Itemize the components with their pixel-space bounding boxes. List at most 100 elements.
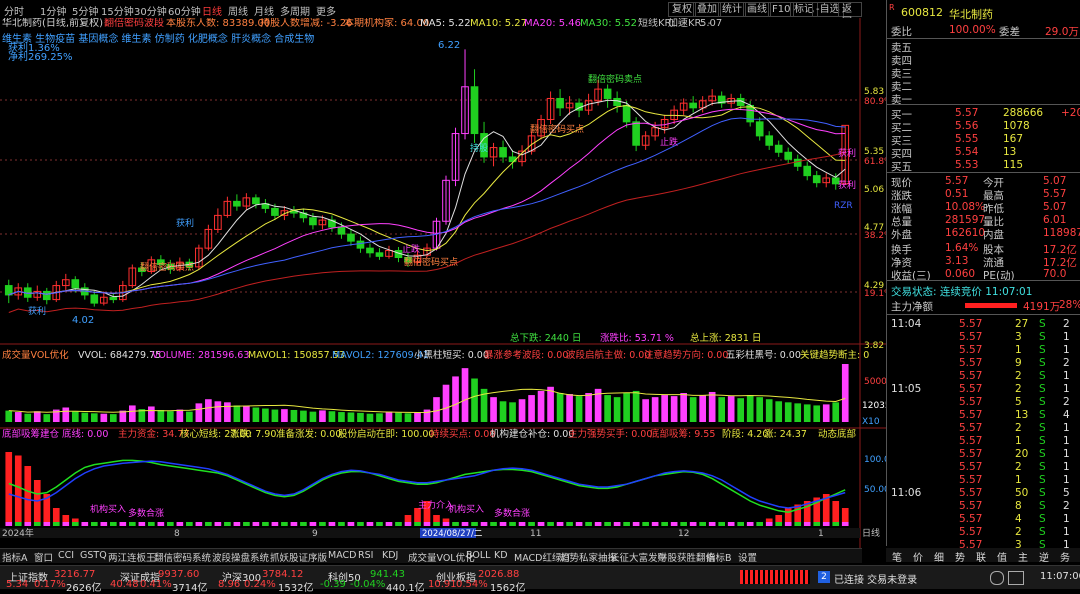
period-tab[interactable]: 更多 <box>316 3 336 18</box>
period-tab[interactable]: 月线 <box>254 3 274 18</box>
quote-cell: 5.57 <box>959 344 983 356</box>
quote-panel: R 600812 华北制药 委比 100.00% 委差 29.0万 卖五 卖四 卖三… <box>886 0 1080 551</box>
quote-cell: 2 <box>1015 383 1022 395</box>
right-tab[interactable]: 价 <box>913 549 923 564</box>
user-icon[interactable] <box>990 571 1004 585</box>
quote-cell: S <box>1039 461 1046 473</box>
period-tab-active[interactable]: 日线 <box>202 3 222 18</box>
indicator-tab[interactable]: BOLL <box>466 550 490 561</box>
indicator-strip <box>328 522 336 526</box>
indicator-bar <box>765 518 773 522</box>
ma20-label: MA20: 5.46 <box>524 18 581 29</box>
profit-tag: 获利 <box>838 179 856 191</box>
right-tab[interactable]: 细 <box>934 549 944 564</box>
indicator-tab[interactable]: GSTQ <box>80 550 107 561</box>
period-tab[interactable]: 30分钟 <box>134 3 167 18</box>
toolbar-button[interactable]: 复权 <box>668 2 696 17</box>
vol-field: 五彩柱黑号: 0.00 <box>726 349 801 361</box>
volume-bar <box>708 391 716 422</box>
indicator-tab[interactable]: KD <box>494 550 508 561</box>
bid-row: 买二 5.56 1078 <box>887 120 1080 134</box>
quote-cell: 5.57 <box>959 461 983 473</box>
toolbar-button[interactable]: 统计 <box>718 2 746 17</box>
index-pct: 0.41% <box>140 579 172 590</box>
index-amount: 2626亿 <box>66 583 102 594</box>
quote-cell: 5 <box>1063 487 1070 499</box>
indicator-tab[interactable]: RSI <box>358 550 373 561</box>
tick-row: 5.57 8 S 2 <box>887 500 1080 513</box>
indicator-strip <box>670 522 678 526</box>
candle-body <box>632 121 640 146</box>
indicator-strip <box>604 522 611 526</box>
date-axis-label: 2024年 <box>2 527 34 539</box>
volume-bar <box>528 395 535 422</box>
indicator-strip <box>262 522 269 526</box>
indicator-strip <box>718 522 726 526</box>
indicator-tab[interactable]: 指标B <box>706 550 732 564</box>
indicator-bar <box>52 508 60 522</box>
volume-bar <box>784 402 792 422</box>
indicator-tab[interactable]: 趋势私家抽探 <box>560 550 617 564</box>
quote-cell: 1 <box>1063 383 1070 395</box>
candle-body <box>812 175 821 184</box>
indicator-strip <box>594 522 602 526</box>
indicator-strip <box>119 522 127 526</box>
right-tab[interactable]: 笔 <box>892 549 902 564</box>
period-tab[interactable]: 多周期 <box>280 3 310 18</box>
quote-cell: 5.57 <box>959 487 983 499</box>
right-tab[interactable]: 势 <box>955 549 965 564</box>
toolbar-button[interactable]: 画线 <box>743 2 771 17</box>
volume-bar <box>556 393 564 422</box>
quote-cell: 2 <box>1063 396 1070 408</box>
indicator-tab[interactable]: 指标A <box>2 550 28 564</box>
indicator-tab[interactable]: MACD <box>328 550 356 561</box>
right-tab[interactable]: 逆 <box>1039 549 1049 564</box>
indicator-strip <box>395 522 402 526</box>
volume-bar <box>395 412 402 422</box>
period-tab[interactable]: 1分钟 <box>40 3 66 18</box>
indicator-tab[interactable]: 波段操盘系统 <box>212 550 269 564</box>
indicator-tab[interactable]: 成交量VOL优化 <box>408 550 475 564</box>
toolbar-button[interactable]: 返回 <box>838 2 862 28</box>
period-tab[interactable]: 5分钟 <box>72 3 98 18</box>
quote-cell: 5.57 <box>959 370 983 382</box>
volume-bar <box>756 397 764 422</box>
indicator-tab[interactable]: 设置 <box>738 550 757 564</box>
connection-status[interactable]: 已连接 交易未登录 <box>834 571 917 586</box>
period-tab[interactable]: 周线 <box>228 3 248 18</box>
kline-chart[interactable]: 华北制药(日线,前复权) 翻倍密码波段 本股东人数: 83389.00 持股人数… <box>0 18 886 548</box>
quote-cell: 5.54 <box>955 146 979 158</box>
screen-icon[interactable] <box>1008 571 1024 585</box>
indicator-tab[interactable]: 窗口 <box>34 550 53 564</box>
period-tab[interactable]: 60分钟 <box>168 3 201 18</box>
indicator-tab[interactable]: 抓妖股证序版 <box>270 550 327 564</box>
quote-cell: S <box>1039 409 1046 421</box>
volume-bar <box>471 378 478 422</box>
indicator-tab[interactable]: 两江连板王 <box>108 550 156 564</box>
volume-bar <box>746 395 754 422</box>
indicator-strip <box>471 522 478 526</box>
indicator-strip <box>385 522 393 526</box>
toolbar-button[interactable]: 叠加 <box>693 2 721 17</box>
indicator-tab[interactable]: CCI <box>58 550 74 561</box>
right-tab[interactable]: 务 <box>1060 549 1070 564</box>
period-tab[interactable]: 分时 <box>4 3 24 18</box>
quote-cell: S <box>1039 435 1046 447</box>
quote-cell: 1 <box>1063 331 1070 343</box>
right-tab[interactable]: 联 <box>976 549 986 564</box>
right-tab[interactable]: 主 <box>1018 549 1028 564</box>
volume-bar <box>765 399 773 422</box>
quote-cell: S <box>1039 318 1046 330</box>
indicator-bar <box>433 515 440 522</box>
period-tab[interactable]: 15分钟 <box>101 3 134 18</box>
ask-row: 卖五 <box>887 40 1080 54</box>
right-tab[interactable]: 值 <box>997 549 1007 564</box>
indicator-tabs: 指标A 窗口 CCI GSTQ 两江连板王 翻信密码系统 波段操盘系统 抓妖股证序版 MACD R… <box>0 548 862 564</box>
ask-row: 卖二 <box>887 79 1080 93</box>
ind-axis-label: 100.0 <box>864 455 886 465</box>
indicator-strip <box>281 522 288 526</box>
quote-cell: 4 <box>1063 409 1070 421</box>
vol-field: 波段启航主做: 0.00 <box>566 349 650 361</box>
indicator-tab[interactable]: 翻信密码系统 <box>154 550 211 564</box>
indicator-tab[interactable]: KDJ <box>382 550 398 561</box>
